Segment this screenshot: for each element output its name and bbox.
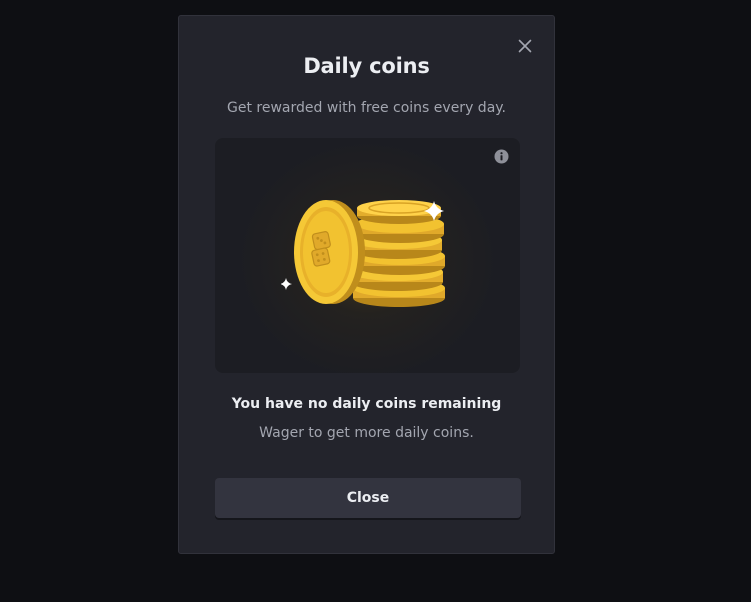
coin-stack-illustration	[281, 200, 445, 307]
status-title: You have no daily coins remaining	[231, 396, 502, 412]
close-button[interactable]: Close	[215, 478, 521, 518]
daily-coins-modal: Daily coins Get rewarded with free coins…	[178, 15, 555, 554]
coins-illustration-panel	[215, 138, 520, 373]
modal-subtitle: Get rewarded with free coins every day.	[226, 100, 507, 116]
close-icon[interactable]	[516, 37, 534, 55]
modal-title: Daily coins	[303, 54, 430, 78]
status-subtitle: Wager to get more daily coins.	[259, 425, 474, 441]
info-icon[interactable]	[494, 149, 509, 164]
